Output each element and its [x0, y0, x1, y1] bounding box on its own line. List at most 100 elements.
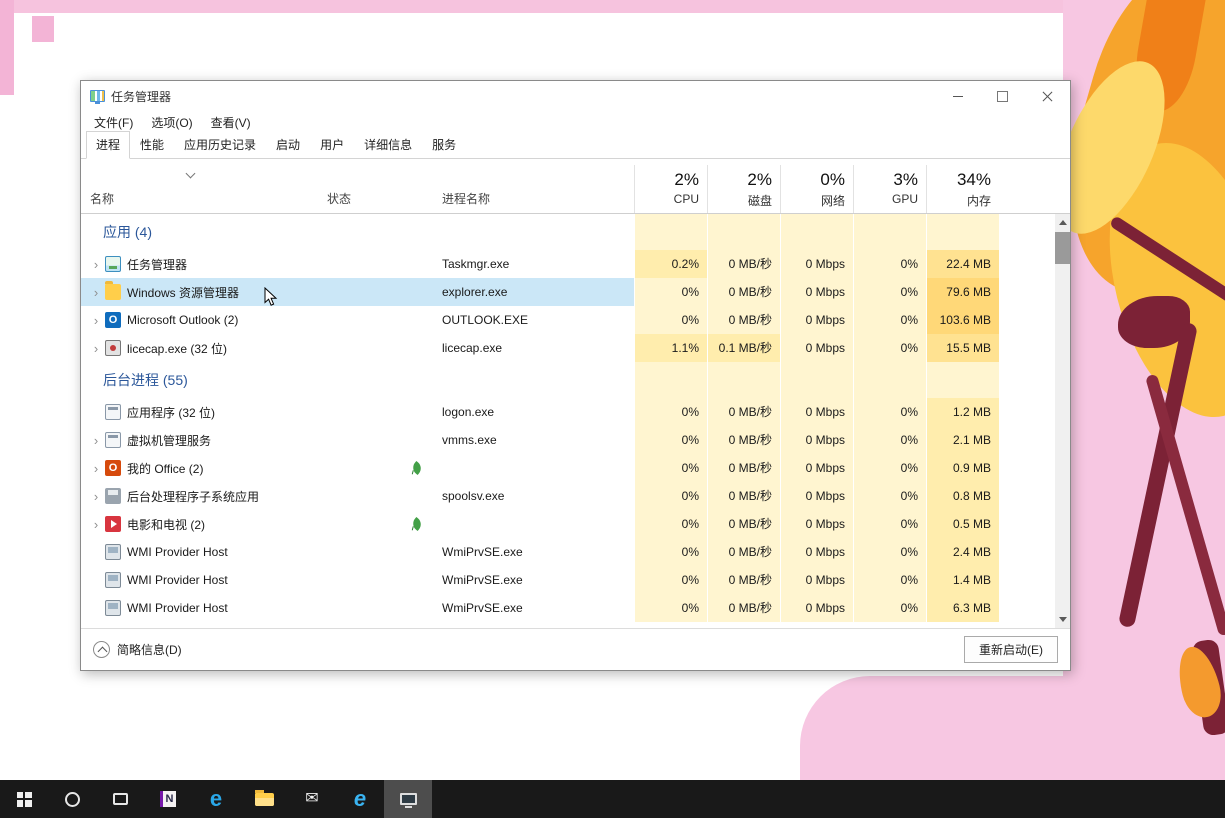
memory-cell: 15.5 MB [926, 334, 999, 362]
edge-taskbar-button[interactable]: e [192, 780, 240, 818]
network-total-percent: 0% [820, 169, 845, 190]
process-name-cell: WMI Provider Host [81, 566, 319, 594]
title-bar[interactable]: 任务管理器 [81, 81, 1070, 111]
process-row[interactable]: ›Microsoft Outlook (2)OUTLOOK.EXE0%0 MB/… [81, 306, 1055, 334]
process-name-column-label: 进程名称 [442, 190, 490, 207]
file-explorer-taskbar-button[interactable] [240, 780, 288, 818]
scrollbar-thumb[interactable] [1055, 232, 1070, 264]
expander-icon[interactable]: › [87, 461, 105, 476]
process-row[interactable]: ›我的 Office (2)0%0 MB/秒0 Mbps0%0.9 MB [81, 454, 1055, 482]
status-column-header[interactable]: 状态 [319, 165, 434, 213]
name-column-label: 名称 [90, 190, 114, 207]
tab[interactable]: 进程 [86, 131, 130, 159]
chevron-up-circle-icon [93, 641, 110, 658]
task-view-icon [113, 793, 128, 805]
restart-button[interactable]: 重新启动(E) [964, 636, 1058, 663]
network-cell: 0 Mbps [780, 482, 853, 510]
wallpaper-shape [0, 0, 14, 95]
expander-icon[interactable]: › [87, 313, 105, 328]
onenote-taskbar-button[interactable]: N [144, 780, 192, 818]
memory-cell: 0.9 MB [926, 454, 999, 482]
memory-cell: 1.2 MB [926, 398, 999, 426]
tab[interactable]: 性能 [130, 131, 174, 159]
name-column-header[interactable]: 名称 [81, 165, 319, 213]
process-name-cell: › 虚拟机管理服务 [81, 426, 319, 454]
cortana-icon [65, 792, 80, 807]
disk-cell: 0 MB/秒 [707, 454, 780, 482]
group-header-row[interactable]: 后台进程 (55) [81, 362, 1055, 398]
minimize-button[interactable] [935, 81, 980, 111]
process-row[interactable]: ›licecap.exe (32 位)licecap.exe1.1%0.1 MB… [81, 334, 1055, 362]
process-display-name: Windows 资源管理器 [127, 284, 239, 301]
process-name-cell: ›电影和电视 (2) [81, 510, 319, 538]
fewer-details-toggle[interactable]: 简略信息(D) [93, 641, 182, 658]
desktop: 任务管理器 文件(F)选项(O)查看(V) 进程性能应用历史记录启动用户详细信息… [0, 0, 1225, 780]
status-cell [319, 398, 434, 426]
process-exe-name: OUTLOOK.EXE [434, 306, 634, 334]
process-row[interactable]: WMI Provider HostWmiPrvSE.exe0%0 MB/秒0 M… [81, 538, 1055, 566]
process-row[interactable]: 应用程序 (32 位)logon.exe0%0 MB/秒0 Mbps0%1.2 … [81, 398, 1055, 426]
cpu-column-header[interactable]: 2%CPU [634, 165, 707, 213]
process-row[interactable]: ›虚拟机管理服务vmms.exe0%0 MB/秒0 Mbps0%2.1 MB [81, 426, 1055, 454]
maximize-button[interactable] [980, 81, 1025, 111]
office-icon [105, 460, 121, 476]
expander-icon[interactable]: › [87, 489, 105, 504]
process-row[interactable]: ›电影和电视 (2)0%0 MB/秒0 Mbps0%0.5 MB [81, 510, 1055, 538]
disk-column-label: 磁盘 [748, 192, 772, 209]
internet-explorer-taskbar-button[interactable]: e [336, 780, 384, 818]
expander-icon[interactable]: › [87, 285, 105, 300]
tab[interactable]: 启动 [266, 131, 310, 159]
scroll-down-button[interactable] [1055, 611, 1070, 628]
column-header-row: 名称 状态 进程名称 2%CPU2%磁盘0%网络3%GPU34%内存 [81, 165, 1070, 214]
vertical-scrollbar[interactable] [1055, 214, 1070, 628]
expander-icon[interactable]: › [87, 341, 105, 356]
tab[interactable]: 服务 [422, 131, 466, 159]
task-view-taskbar-button[interactable] [96, 780, 144, 818]
mail-taskbar-button[interactable]: ✉ [288, 780, 336, 818]
cpu-cell: 0% [634, 510, 707, 538]
disk-cell: 0 MB/秒 [707, 566, 780, 594]
disk-column-header[interactable]: 2%磁盘 [707, 165, 780, 213]
gpu-cell: 0% [853, 306, 926, 334]
generic-icon [105, 432, 121, 448]
expander-icon[interactable]: › [87, 517, 105, 532]
disk-cell: 0 MB/秒 [707, 426, 780, 454]
tab[interactable]: 应用历史记录 [174, 131, 266, 159]
tab[interactable]: 用户 [310, 131, 354, 159]
gpu-column-header[interactable]: 3%GPU [853, 165, 926, 213]
disk-cell: 0 MB/秒 [707, 250, 780, 278]
network-column-header[interactable]: 0%网络 [780, 165, 853, 213]
tab[interactable]: 详细信息 [354, 131, 422, 159]
group-cpu-cell [634, 214, 707, 250]
expander-icon[interactable]: › [87, 257, 105, 272]
process-row[interactable]: ›任务管理器Taskmgr.exe0.2%0 MB/秒0 Mbps0%22.4 … [81, 250, 1055, 278]
process-display-name: 虚拟机管理服务 [127, 432, 211, 449]
memory-column-label: 内存 [967, 192, 991, 209]
disk-cell: 0 MB/秒 [707, 482, 780, 510]
process-row[interactable]: ›Windows 资源管理器explorer.exe0%0 MB/秒0 Mbps… [81, 278, 1055, 306]
scroll-up-button[interactable] [1055, 214, 1070, 231]
process-name-cell: 应用程序 (32 位) [81, 398, 319, 426]
cortana-taskbar-button[interactable] [48, 780, 96, 818]
gpu-cell: 0% [853, 454, 926, 482]
process-row[interactable]: WMI Provider HostWmiPrvSE.exe0%0 MB/秒0 M… [81, 594, 1055, 622]
close-button[interactable] [1025, 81, 1070, 111]
task-manager-taskbar-button[interactable] [384, 780, 432, 818]
outlook-icon [105, 312, 121, 328]
cpu-cell: 0% [634, 594, 707, 622]
cpu-cell: 0% [634, 306, 707, 334]
group-header-row[interactable]: 应用 (4) [81, 214, 1055, 250]
process-exe-name: WmiPrvSE.exe [434, 538, 634, 566]
process-row[interactable]: ›后台处理程序子系统应用spoolsv.exe0%0 MB/秒0 Mbps0%0… [81, 482, 1055, 510]
process-name-column-header[interactable]: 进程名称 [434, 165, 634, 213]
disk-cell: 0 MB/秒 [707, 306, 780, 334]
process-row[interactable]: WMI Provider HostWmiPrvSE.exe0%0 MB/秒0 M… [81, 566, 1055, 594]
expander-icon[interactable]: › [87, 433, 105, 448]
status-cell [319, 510, 434, 538]
network-cell: 0 Mbps [780, 510, 853, 538]
memory-column-header[interactable]: 34%内存 [926, 165, 999, 213]
network-cell: 0 Mbps [780, 250, 853, 278]
start-taskbar-button[interactable] [0, 780, 48, 818]
window-controls [935, 81, 1070, 111]
group-cpu-cell [634, 362, 707, 398]
